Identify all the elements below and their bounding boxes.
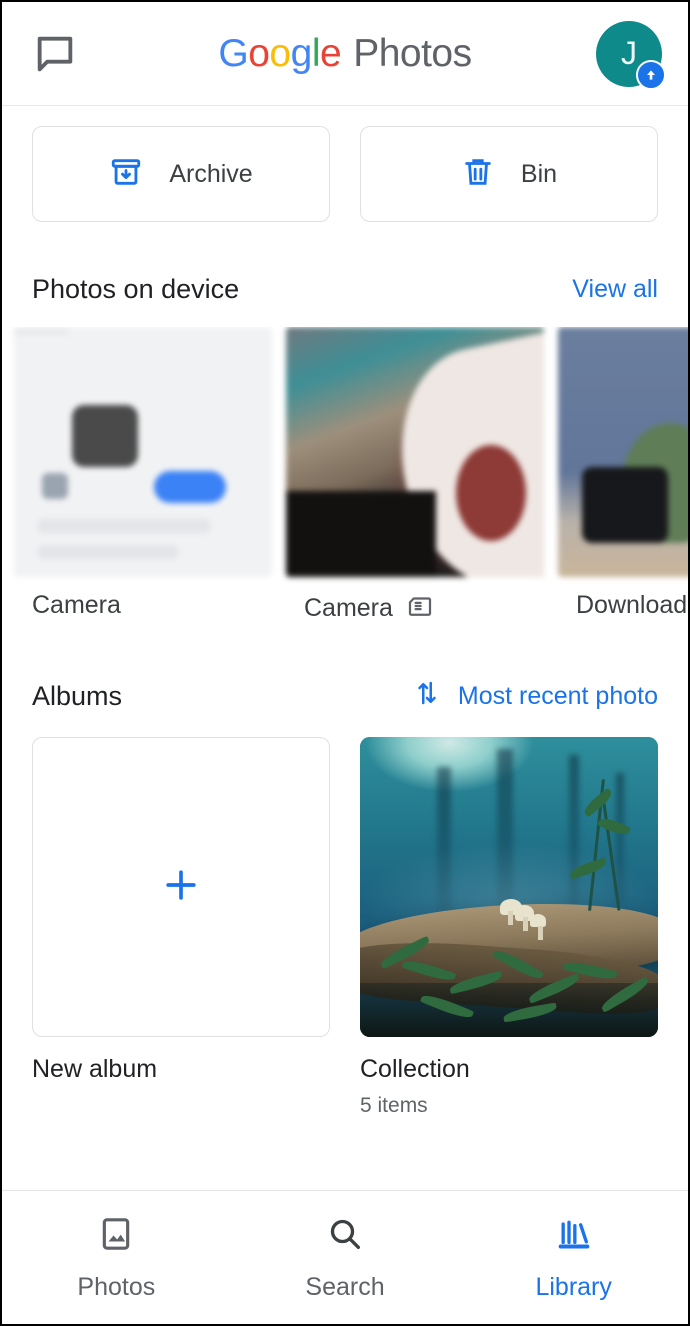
sd-card-icon (405, 591, 435, 626)
archive-label: Archive (169, 159, 253, 188)
archive-box-icon (109, 155, 143, 194)
folder-thumbnail (286, 327, 544, 577)
albums-grid: New album Collection 5 items (2, 737, 688, 1118)
google-photos-logo: Google Photos (2, 32, 688, 76)
logo-letter-g1: G (218, 31, 249, 75)
logo-word-photos: Photos (353, 31, 472, 75)
device-folder-label: Camera (304, 594, 393, 622)
image-icon (96, 1214, 136, 1259)
logo-letter-o2: o (269, 31, 291, 75)
trash-bin-icon (461, 155, 495, 194)
logo-letter-l: l (311, 31, 321, 75)
library-books-icon (554, 1214, 594, 1259)
search-icon (325, 1214, 365, 1259)
album-item-count: 5 items (360, 1094, 428, 1117)
device-section-header: Photos on device View all (2, 274, 688, 305)
bin-button[interactable]: Bin (360, 126, 658, 222)
new-album-label: New album (32, 1055, 158, 1083)
albums-section-title: Albums (32, 681, 123, 711)
device-folder-item[interactable]: Download (558, 327, 688, 626)
albums-sort-button[interactable]: Most recent photo (412, 678, 658, 715)
device-folder-row[interactable]: Camera Camera Download (2, 327, 688, 626)
view-all-link[interactable]: View all (572, 275, 658, 304)
nav-label-photos: Photos (77, 1272, 156, 1301)
logo-letter-o1: o (248, 31, 270, 75)
upload-arrow-icon (636, 59, 666, 90)
device-folder-label: Download (576, 591, 688, 619)
logo-letter-e: e (320, 31, 342, 75)
bin-label: Bin (520, 159, 558, 188)
sort-arrows-icon (412, 678, 442, 715)
device-folder-label: Camera (32, 591, 121, 619)
chat-bubble-icon[interactable] (32, 31, 78, 77)
album-cover-thumbnail[interactable] (360, 737, 658, 1037)
album-title: Collection (360, 1055, 470, 1083)
library-content: Archive Bin Photos on device View all Ca… (2, 106, 688, 1190)
device-section-title: Photos on device (32, 274, 240, 304)
album-cell: Collection 5 items (360, 737, 658, 1118)
archive-button[interactable]: Archive (32, 126, 330, 222)
device-folder-item[interactable]: Camera (286, 327, 544, 626)
device-folder-item[interactable]: Camera (14, 327, 272, 626)
nav-tab-photos[interactable]: Photos (2, 1214, 231, 1302)
logo-letter-g2: g (290, 31, 313, 75)
nav-label-library: Library (535, 1272, 612, 1301)
nav-tab-library[interactable]: Library (459, 1214, 688, 1302)
folder-thumbnail (558, 327, 688, 577)
albums-sort-label: Most recent photo (457, 682, 658, 710)
quick-actions-row: Archive Bin (2, 106, 688, 222)
folder-thumbnail (14, 327, 272, 577)
account-avatar[interactable]: J (596, 20, 666, 90)
google-photos-app: Google Photos J Archive Bin Photos on de… (0, 0, 690, 1326)
bottom-navigation: Photos Search Library (2, 1190, 688, 1324)
nav-tab-search[interactable]: Search (231, 1214, 460, 1302)
new-album-button[interactable] (32, 737, 330, 1037)
new-album-cell: New album (32, 737, 330, 1118)
plus-icon (159, 863, 203, 912)
nav-label-search: Search (305, 1272, 385, 1301)
albums-section-header: Albums Most recent photo (2, 678, 688, 715)
app-header: Google Photos J (2, 2, 688, 106)
